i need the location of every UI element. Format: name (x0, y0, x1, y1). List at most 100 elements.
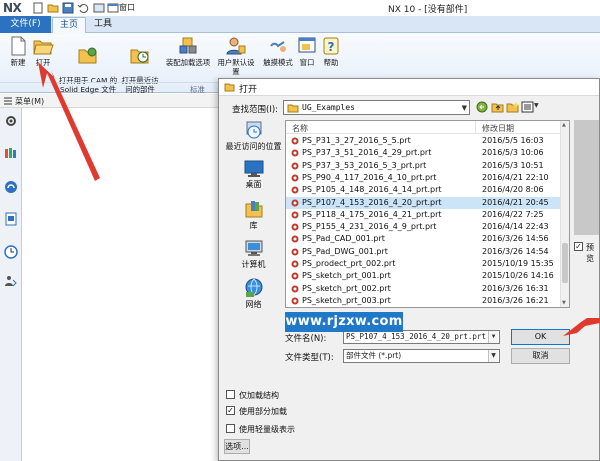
view-menu-chevron-icon[interactable]: ▼ (534, 102, 539, 109)
place-computer-label: 计算机 (241, 260, 266, 269)
file-row[interactable]: PS_Pad_DWG_001.prt 2016/3/26 14:54 (286, 246, 561, 258)
column-separator[interactable] (475, 121, 476, 134)
open-button[interactable]: 打开 (30, 36, 56, 67)
cancel-button[interactable]: 取消 (511, 348, 570, 364)
clock-icon[interactable] (4, 245, 18, 259)
tab-home[interactable]: 主页 (52, 17, 86, 33)
look-in-value: UG_Examples (302, 103, 355, 112)
help-icon: ? (323, 37, 339, 55)
user-defaults-button[interactable]: 用户默认设置 (214, 36, 258, 76)
file-name: PS_P107_4_153_2016_4_20_prt.prt (302, 197, 442, 207)
back-icon[interactable] (476, 101, 489, 113)
file-date: 2016/3/26 14:54 (482, 246, 549, 256)
column-date-header[interactable]: 修改日期 (482, 123, 514, 134)
open-dialog: 打开 查找范围(I): UG_Examples ▼ ▼ 最近访问的位置 桌面 库… (218, 78, 600, 461)
prt-file-icon (291, 199, 299, 206)
file-row[interactable]: PS_P37_3_53_2016_5_3_prt.prt 2016/5/3 10:… (286, 160, 561, 172)
preview-checkbox[interactable]: ✓ (574, 242, 583, 251)
place-computer[interactable]: 计算机 (225, 240, 282, 269)
chevron-down-icon[interactable]: ▼ (488, 350, 498, 362)
file-type-select[interactable]: 部件文件 (*.prt) ▼ (343, 349, 500, 363)
partial-loading-label: 使用部分加载 (239, 407, 287, 416)
file-list[interactable]: 名称 修改日期 PS_P31_3_27_2016_5_5.prt 2016/5/5… (285, 120, 570, 308)
place-recent[interactable]: 最近访问的位置 (225, 120, 282, 151)
chevron-down-icon: ▼ (461, 104, 467, 112)
open-solid-edge-button[interactable]: 打开用于 CAM 的 Solid Edge 文件 (57, 36, 119, 94)
new-button[interactable]: 新建 (4, 36, 32, 67)
file-row[interactable]: PS_P107_4_153_2016_4_20_prt.prt 2016/4/21… (286, 196, 561, 209)
file-date: 2016/5/3 10:06 (482, 148, 544, 158)
file-date: 2016/4/21 22:10 (482, 172, 549, 182)
redo-icon[interactable] (93, 2, 105, 14)
web-browser-icon[interactable] (4, 180, 18, 194)
open-folder-icon[interactable] (47, 2, 59, 14)
tab-tools[interactable]: 工具 (88, 17, 118, 33)
options-button[interactable]: 选项... (224, 439, 250, 454)
file-row[interactable]: PS_sketch_prt_001.prt 2015/10/26 14:16 (286, 270, 561, 282)
load-structure-only-checkbox[interactable] (226, 390, 235, 399)
file-row[interactable]: PS_prodect_prt_002.prt 2015/10/19 15:35 (286, 258, 561, 270)
roles-icon[interactable] (4, 274, 18, 288)
place-desktop[interactable]: 桌面 (225, 160, 282, 189)
file-date: 2015/10/26 14:16 (482, 271, 554, 281)
file-list-scrollbar[interactable]: ▲ ▼ (560, 121, 569, 307)
scrollbar-thumb[interactable] (562, 243, 568, 283)
window-icon[interactable] (107, 2, 119, 14)
file-type-label: 文件类型(T): (285, 353, 334, 363)
menu-button[interactable]: 菜单(M) (15, 96, 44, 107)
look-in-select[interactable]: UG_Examples ▼ (283, 100, 470, 115)
file-tab[interactable]: 文件(F) (0, 16, 51, 33)
ok-button[interactable]: OK (511, 329, 570, 345)
assembly-load-button[interactable]: 装配加载选项 (163, 36, 213, 67)
file-name-input[interactable]: PS_P107_4_153_2016_4_20_prt.prt ▼ (343, 330, 500, 344)
dialog-title-bar[interactable]: 打开 (219, 79, 599, 96)
prt-file-icon (291, 223, 299, 231)
history-icon[interactable] (4, 212, 18, 226)
file-name: PS_P31_3_27_2016_5_5.prt (302, 136, 411, 145)
place-recent-label: 最近访问的位置 (225, 142, 282, 151)
file-row[interactable]: PS_P90_4_117_2016_4_10_prt.prt 2016/4/21 … (286, 172, 561, 184)
file-row[interactable]: PS_sketch_prt_002.prt 2016/3/26 16:31 (286, 283, 561, 295)
open-solid-edge-icon (78, 47, 97, 64)
new-file-icon[interactable] (32, 2, 44, 14)
settings-gear-icon[interactable] (4, 114, 18, 128)
file-row[interactable]: PS_P31_3_27_2016_5_5.prt 2016/5/5 16:03 (286, 135, 561, 147)
file-row[interactable]: PS_P37_3_51_2016_4_29_prt.prt 2016/5/3 10… (286, 147, 561, 159)
qat-window-label[interactable]: 窗口 (119, 2, 135, 13)
file-row[interactable]: PS_sketch_prt_003.prt 2016/3/26 16:21 (286, 295, 561, 307)
save-icon[interactable] (62, 2, 74, 14)
chevron-down-icon[interactable]: ▼ (488, 331, 498, 343)
dialog-app-icon (224, 83, 235, 92)
file-row[interactable]: PS_P105_4_148_2016_4_14_prt.prt 2016/4/20… (286, 184, 561, 196)
lightweight-representation-checkbox[interactable] (226, 424, 235, 433)
preview-label: 预览 (586, 243, 594, 263)
up-folder-icon[interactable] (491, 101, 504, 113)
place-libraries[interactable]: 库 (225, 199, 282, 230)
file-row[interactable]: PS_P155_4_231_2016_4_9_prt.prt 2016/4/14 … (286, 221, 561, 233)
scroll-up-icon[interactable]: ▲ (562, 122, 566, 128)
help-button[interactable]: ? 帮助 (319, 36, 343, 67)
assembly-navigator-icon[interactable] (4, 146, 18, 160)
touch-mode-button[interactable]: 触摸模式 (261, 36, 295, 67)
column-name-header[interactable]: 名称 (292, 123, 308, 134)
window-icon (298, 37, 316, 53)
file-row[interactable]: PS_Pad_CAD_001.prt 2016/3/26 14:56 (286, 233, 561, 245)
menu-icon[interactable] (4, 97, 12, 105)
lightweight-representation-label: 使用轻量级表示 (239, 425, 295, 434)
file-name: PS_P37_3_53_2016_5_3_prt.prt (302, 160, 427, 170)
place-network[interactable]: 网络 (225, 278, 282, 309)
prt-file-icon (291, 137, 299, 145)
file-row[interactable]: PS_P118_4_175_2016_4_21_prt.prt 2016/4/22… (286, 209, 561, 221)
window-button[interactable]: 窗口 (296, 36, 318, 67)
open-folder-icon (33, 40, 54, 55)
file-name-value: PS_P107_4_153_2016_4_20_prt.prt (346, 332, 486, 341)
new-folder-icon[interactable] (506, 101, 519, 113)
undo-icon[interactable] (77, 2, 89, 14)
graphics-area[interactable] (22, 108, 218, 461)
recent-parts-button[interactable]: 打开最近访 问的部件 (119, 36, 161, 94)
file-name: PS_P155_4_231_2016_4_9_prt.prt (302, 222, 437, 232)
scroll-down-icon[interactable]: ▼ (562, 300, 566, 306)
view-menu-icon[interactable] (521, 101, 534, 113)
assembly-load-icon (179, 37, 197, 54)
partial-loading-checkbox[interactable]: ✓ (226, 406, 235, 415)
